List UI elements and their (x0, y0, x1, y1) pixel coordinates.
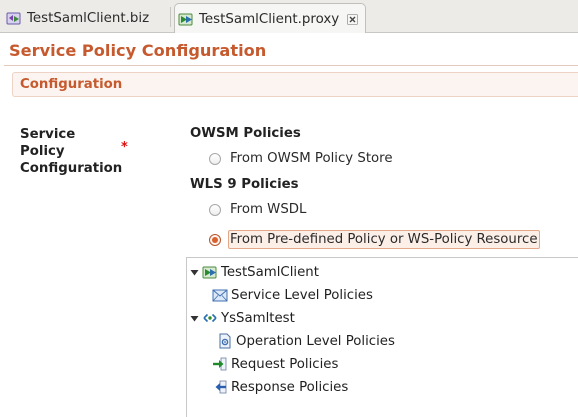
radio-from-owsm-policy-store[interactable]: From OWSM Policy Store (209, 151, 393, 166)
radio-label: From Pre-defined Policy or WS-Policy Res… (228, 230, 540, 249)
proxy-service-icon (202, 266, 217, 279)
tree-node-service-level-policies[interactable]: Service Level Policies (212, 285, 373, 305)
close-icon[interactable] (347, 13, 359, 25)
editor-tab-bar: TestSamlClient.biz TestSamlClient.proxy (0, 0, 578, 34)
section-title: Configuration (20, 77, 123, 92)
chevron-down-icon[interactable] (190, 268, 199, 277)
tab-divider (170, 7, 171, 27)
page-title: Service Policy Configuration (9, 41, 267, 60)
tree-node-response-policies[interactable]: Response Policies (212, 377, 348, 397)
tree-node-request-policies[interactable]: Request Policies (212, 354, 338, 374)
radio-label: From WSDL (230, 202, 307, 217)
radio-button-selected[interactable] (209, 233, 221, 246)
tree-node-testsamlclient[interactable]: TestSamlClient (190, 262, 319, 282)
envelope-icon (212, 289, 228, 302)
radio-from-wsdl[interactable]: From WSDL (209, 202, 306, 217)
tree-node-label: TestSamlClient (221, 264, 319, 280)
required-marker: * (121, 140, 128, 155)
title-divider (4, 65, 578, 66)
tree-node-label: YsSamltest (221, 310, 295, 326)
document-gear-icon (219, 333, 231, 349)
owsm-policies-heading: OWSM Policies (190, 126, 301, 141)
tree-node-label: Service Level Policies (231, 287, 373, 303)
radio-button[interactable] (209, 152, 221, 165)
operation-icon (203, 313, 217, 323)
tree-node-operation-level-policies[interactable]: Operation Level Policies (217, 331, 395, 351)
tab-label: TestSamlClient.biz (27, 10, 150, 26)
proxy-service-icon (178, 13, 193, 25)
policy-tree[interactable]: TestSamlClient Service Level Policies Ys… (186, 257, 578, 417)
tab-label: TestSamlClient.proxy (199, 11, 340, 27)
editor-area: Service Policy Configuration Configurati… (0, 33, 578, 417)
wls9-policies-heading: WLS 9 Policies (190, 177, 299, 192)
business-service-icon (6, 12, 21, 24)
tree-node-yssamltest[interactable]: YsSamltest (190, 308, 295, 328)
chevron-down-icon[interactable] (190, 314, 199, 323)
arrow-right-icon (213, 357, 227, 371)
arrow-left-icon (215, 380, 227, 394)
radio-label: From OWSM Policy Store (230, 151, 393, 166)
service-policy-configuration-label: Service Policy Configuration (20, 127, 123, 176)
tab-testsamlclient-biz[interactable]: TestSamlClient.biz (2, 3, 172, 33)
tree-node-label: Response Policies (231, 379, 349, 395)
radio-from-predefined-policy[interactable]: From Pre-defined Policy or WS-Policy Res… (209, 230, 540, 249)
section-header[interactable]: Configuration (12, 72, 578, 97)
tree-node-label: Operation Level Policies (236, 333, 395, 349)
radio-button[interactable] (209, 203, 221, 216)
tree-node-label: Request Policies (231, 356, 339, 372)
tab-testsamlclient-proxy[interactable]: TestSamlClient.proxy (174, 3, 366, 34)
